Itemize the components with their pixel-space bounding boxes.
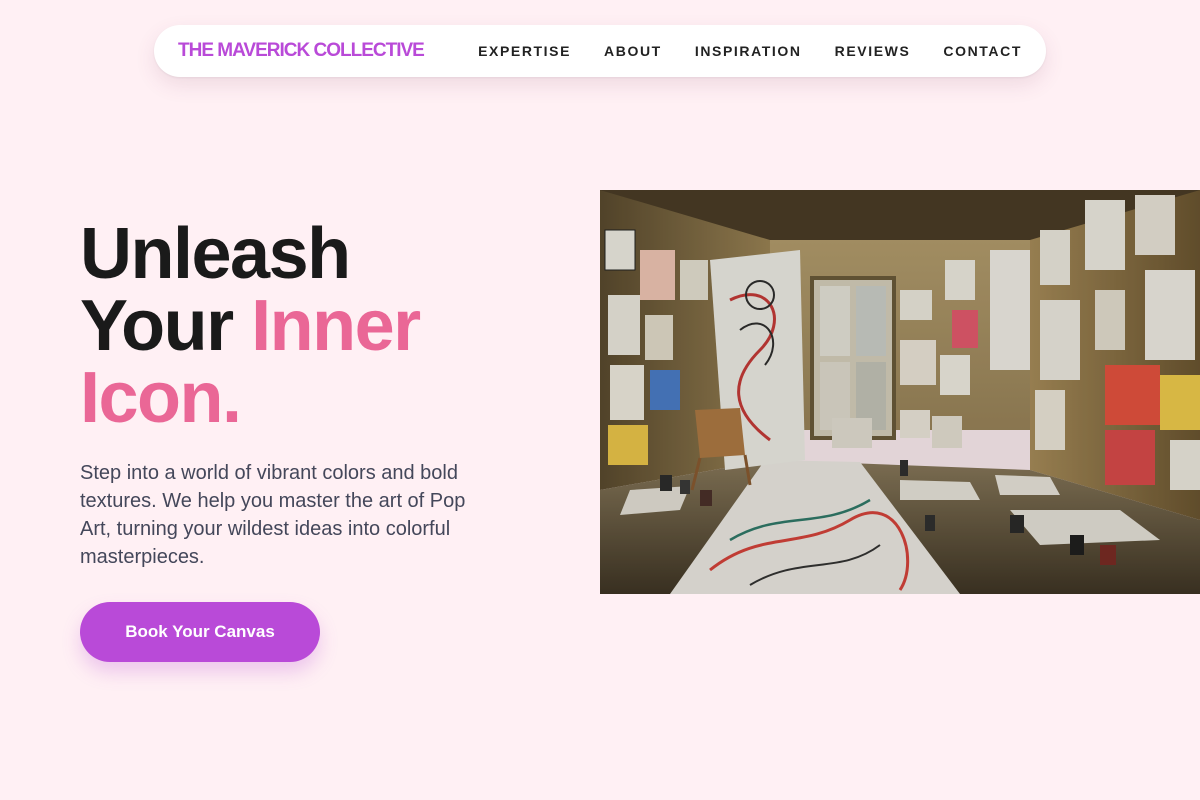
nav-link-expertise[interactable]: EXPERTISE — [478, 43, 571, 59]
nav-link-inspiration[interactable]: INSPIRATION — [695, 43, 802, 59]
nav-links: EXPERTISE ABOUT INSPIRATION REVIEWS CONT… — [445, 43, 1022, 59]
studio-photo-illustration — [600, 190, 1200, 594]
brand-logo[interactable]: THE MAVERICK COLLECTIVE — [178, 40, 425, 62]
nav-link-about[interactable]: ABOUT — [604, 43, 662, 59]
book-canvas-button[interactable]: Book Your Canvas — [80, 602, 320, 662]
hero-description: Step into a world of vibrant colors and … — [80, 462, 466, 568]
headline-line-1: Unleash — [80, 214, 351, 294]
top-navbar: THE MAVERICK COLLECTIVE EXPERTISE ABOUT … — [154, 25, 1046, 77]
headline-line-2-accent: Inner — [251, 286, 421, 366]
headline-line-3-accent: Icon. — [80, 358, 242, 438]
hero-headline: Unleash Your Inner Icon. — [80, 218, 520, 434]
headline-line-2-plain: Your — [80, 286, 252, 366]
studio-photo — [600, 190, 1200, 594]
hero-section: Unleash Your Inner Icon. Step into a wor… — [80, 218, 520, 571]
nav-link-contact[interactable]: CONTACT — [943, 43, 1022, 59]
nav-link-reviews[interactable]: REVIEWS — [835, 43, 911, 59]
